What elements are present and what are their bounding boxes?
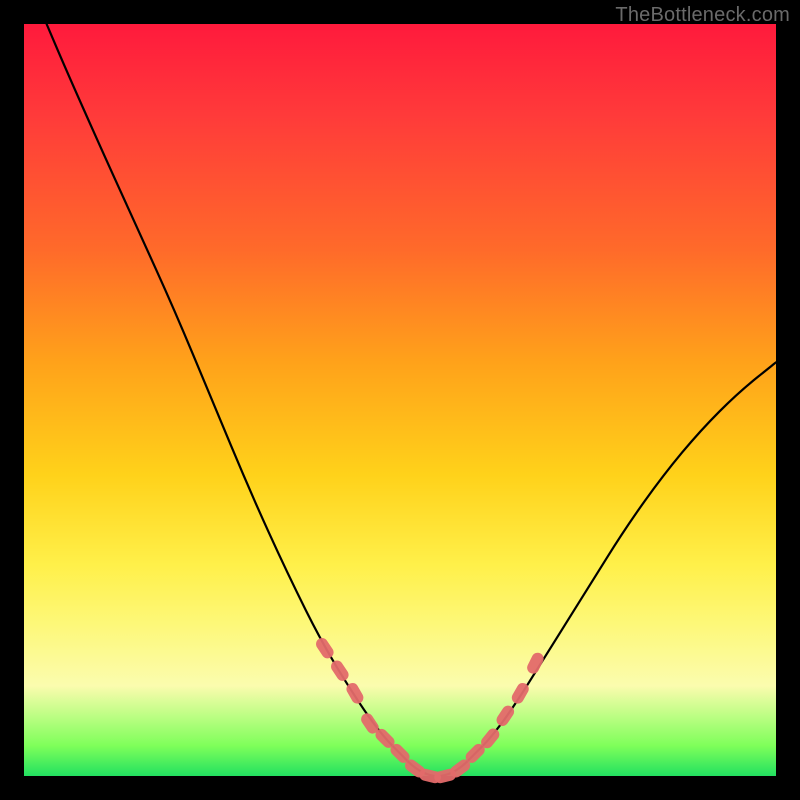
- chart-plot-area: [24, 24, 776, 776]
- bottleneck-curve: [47, 24, 776, 776]
- marker-group: [314, 636, 546, 785]
- curve-marker: [329, 658, 351, 683]
- chart-svg: [24, 24, 776, 776]
- chart-frame: TheBottleneck.com: [0, 0, 800, 800]
- curve-marker: [314, 636, 336, 661]
- curve-marker: [525, 651, 546, 676]
